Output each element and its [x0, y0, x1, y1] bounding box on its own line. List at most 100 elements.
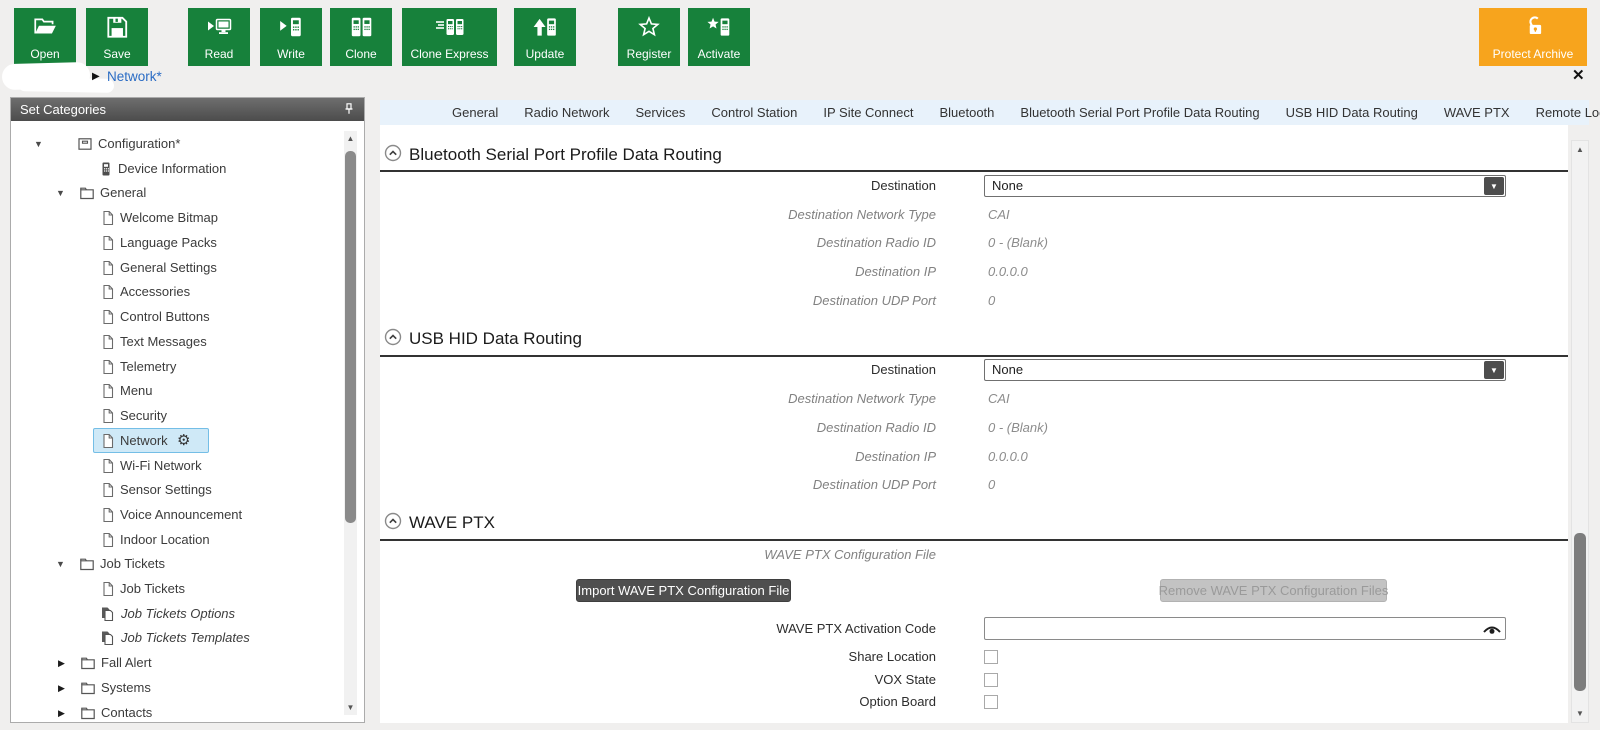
page-icon [100, 284, 116, 300]
field-label-activation-code: WAVE PTX Activation Code [380, 618, 936, 640]
field-label-destination: Destination [380, 359, 936, 381]
panel-header: Set Categories [11, 98, 364, 121]
destination-dropdown[interactable]: None ▼ [984, 359, 1506, 381]
open-button[interactable]: Open [14, 8, 76, 66]
tree-item-voice-announcement[interactable]: Voice Announcement [11, 503, 364, 527]
pin-icon[interactable] [342, 102, 356, 119]
dropdown-value: None [992, 176, 1023, 196]
page-icon [100, 507, 116, 523]
radio-device-icon [98, 161, 114, 177]
lines-two-radios-icon [402, 14, 497, 40]
tree-item-device-information[interactable]: Device Information [11, 157, 364, 181]
tree-item-indoor-location[interactable]: Indoor Location [11, 528, 364, 552]
tree-item-contacts[interactable]: ▶ Contacts [11, 701, 364, 723]
two-radios-icon [330, 14, 392, 40]
chevron-down-icon[interactable]: ▼ [1484, 177, 1504, 195]
tree-item-control-buttons[interactable]: Control Buttons [11, 305, 364, 329]
tab-control-station[interactable]: Control Station [711, 105, 797, 120]
tab-usb-hid[interactable]: USB HID Data Routing [1286, 105, 1418, 120]
write-button[interactable]: Write [260, 8, 322, 66]
page-icon [100, 458, 116, 474]
tree-scrollbar-thumb[interactable] [345, 151, 356, 523]
register-button[interactable]: Register [618, 8, 680, 66]
pages-icon [99, 606, 115, 622]
close-icon[interactable]: ✕ [1572, 66, 1585, 84]
collapse-chevron-icon[interactable] [384, 144, 402, 167]
tree-item-accessories[interactable]: Accessories [11, 280, 364, 304]
read-button[interactable]: Read [188, 8, 250, 66]
tree-item-job-tickets[interactable]: Job Tickets [11, 577, 364, 601]
folder-icon [80, 705, 96, 721]
tab-remote-log[interactable]: Remote Log [1536, 105, 1600, 120]
tree-item-network[interactable]: Network ⚙ [11, 429, 364, 453]
update-button[interactable]: Update [514, 8, 576, 66]
tree-item-configuration[interactable]: ▼ Configuration* [11, 132, 364, 156]
field-label-dest-network-type: Destination Network Type [380, 388, 936, 410]
tab-general[interactable]: General [452, 105, 498, 120]
import-wave-config-button[interactable]: Import WAVE PTX Configuration File [576, 579, 791, 602]
reveal-password-eye-icon[interactable] [1482, 622, 1502, 640]
tree-item-fall-alert[interactable]: ▶ Fall Alert [11, 651, 364, 675]
expander-icon[interactable]: ▼ [56, 181, 65, 205]
tree-item-general[interactable]: ▼ General [11, 181, 364, 205]
destination-dropdown[interactable]: None ▼ [984, 175, 1506, 197]
tree-item-security[interactable]: Security [11, 404, 364, 428]
tab-ip-site-connect[interactable]: IP Site Connect [823, 105, 913, 120]
application-window: Open Save Read Write Clone Clone Express… [0, 0, 1600, 730]
tree-item-job-tickets-folder[interactable]: ▼ Job Tickets [11, 552, 364, 576]
collapse-chevron-icon[interactable] [384, 328, 402, 351]
scroll-up-icon[interactable]: ▲ [1572, 145, 1588, 154]
tree-item-general-settings[interactable]: General Settings [11, 256, 364, 280]
remove-wave-config-button: Remove WAVE PTX Configuration Files [1160, 579, 1387, 602]
share-location-checkbox[interactable] [984, 650, 998, 664]
collapse-chevron-icon[interactable] [384, 512, 402, 535]
scroll-up-icon[interactable]: ▲ [344, 134, 357, 143]
activation-code-input[interactable] [984, 617, 1506, 640]
tab-services[interactable]: Services [636, 105, 686, 120]
section-divider [380, 170, 1568, 172]
tab-bluetooth-serial-port[interactable]: Bluetooth Serial Port Profile Data Routi… [1020, 105, 1259, 120]
tree-item-systems[interactable]: ▶ Systems [11, 676, 364, 700]
doc-tab-network[interactable]: Network* [107, 69, 162, 84]
chevron-down-icon[interactable]: ▼ [1484, 361, 1504, 379]
expander-icon[interactable]: ▼ [34, 132, 43, 156]
clone-express-button[interactable]: Clone Express [402, 8, 497, 66]
section-title: WAVE PTX [409, 513, 495, 533]
activate-button[interactable]: Activate [688, 8, 750, 66]
folder-icon [80, 680, 96, 696]
expander-icon[interactable]: ▶ [58, 676, 65, 700]
expander-icon[interactable]: ▶ [58, 651, 65, 675]
tree-scrollbar[interactable]: ▲ ▼ [344, 131, 357, 715]
dropdown-value: None [992, 360, 1023, 380]
gear-icon[interactable]: ⚙ [177, 429, 190, 453]
protect-archive-button[interactable]: Protect Archive [1479, 8, 1587, 66]
page-icon [100, 581, 116, 597]
page-icon [100, 532, 116, 548]
tree-item-welcome-bitmap[interactable]: Welcome Bitmap [11, 206, 364, 230]
section-title: USB HID Data Routing [409, 329, 582, 349]
vox-state-checkbox[interactable] [984, 673, 998, 687]
page-icon [100, 433, 116, 449]
field-value-dest-ip: 0.0.0.0 [988, 261, 1028, 283]
tab-radio-network[interactable]: Radio Network [524, 105, 609, 120]
tab-wave-ptx[interactable]: WAVE PTX [1444, 105, 1510, 120]
tree-item-job-tickets-templates[interactable]: Job Tickets Templates [11, 626, 364, 650]
scroll-down-icon[interactable]: ▼ [344, 703, 357, 712]
tree-item-job-tickets-options[interactable]: Job Tickets Options [11, 602, 364, 626]
tree-item-sensor-settings[interactable]: Sensor Settings [11, 478, 364, 502]
clone-button[interactable]: Clone [330, 8, 392, 66]
expander-icon[interactable]: ▶ [58, 701, 65, 723]
tree-item-language-packs[interactable]: Language Packs [11, 231, 364, 255]
save-button[interactable]: Save [86, 8, 148, 66]
option-board-checkbox[interactable] [984, 695, 998, 709]
tree-item-wifi-network[interactable]: Wi-Fi Network [11, 454, 364, 478]
tree-item-menu[interactable]: Menu [11, 379, 364, 403]
tree-item-telemetry[interactable]: Telemetry [11, 355, 364, 379]
content-scrollbar[interactable]: ▲ ▼ [1571, 140, 1589, 723]
content-scrollbar-thumb[interactable] [1574, 533, 1586, 691]
tree-item-text-messages[interactable]: Text Messages [11, 330, 364, 354]
tab-bluetooth[interactable]: Bluetooth [939, 105, 994, 120]
open-lock-icon [1479, 14, 1587, 40]
expander-icon[interactable]: ▼ [56, 552, 65, 576]
scroll-down-icon[interactable]: ▼ [1572, 709, 1588, 718]
